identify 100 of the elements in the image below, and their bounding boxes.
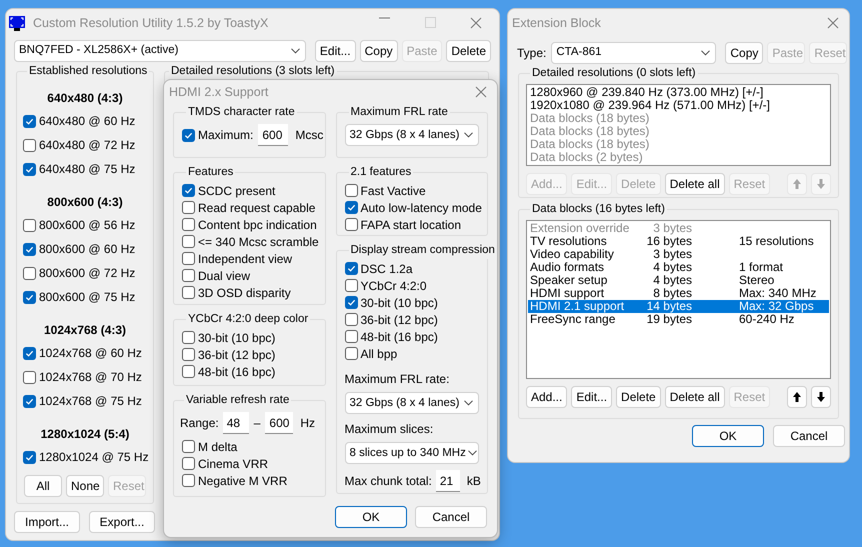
checkbox-label: 1024x768 @ 60 Hz — [39, 345, 142, 362]
list-row[interactable]: Audio formats 4 bytes 1 format — [528, 261, 829, 274]
list-cell-text: 16 bytes — [646, 235, 692, 248]
push-button[interactable]: Copy — [360, 40, 398, 62]
checkbox-label: 800x600 @ 72 Hz — [39, 265, 136, 282]
group-heading: 1024x768 (4:3) — [44, 322, 126, 339]
checkbox-label: 640x480 @ 60 Hz — [39, 113, 136, 130]
push-button[interactable]: Export... — [89, 511, 155, 533]
push-button[interactable]: None — [66, 475, 104, 497]
push-button[interactable]: Cancel — [415, 506, 487, 528]
group-title: Detailed resolutions (0 slots left) — [531, 66, 697, 81]
push-button[interactable]: Add... — [526, 386, 568, 408]
group-title: 2.1 features — [350, 165, 412, 180]
checkbox-label: Independent view — [198, 250, 292, 268]
list-cell-text: HDMI support — [530, 287, 604, 300]
unit-label: Hz — [300, 415, 316, 432]
dropdown[interactable]: 32 Gbps (8 x 4 lanes) — [344, 392, 479, 414]
dropdown[interactable]: 8 slices up to 340 MHz — [344, 442, 479, 464]
group-title: Detailed resolutions (3 slots left) — [170, 64, 336, 79]
group-title: TMDS character rate — [187, 105, 296, 120]
group-title: Data blocks (16 bytes left) — [531, 202, 666, 217]
window-title: Extension Block — [512, 14, 601, 32]
list-row[interactable]: Speaker setup 4 bytes Stereo — [528, 274, 829, 288]
push-button[interactable]: OK — [335, 506, 407, 528]
list-cell-text: FreeSync range — [530, 313, 616, 326]
dropdown[interactable]: CTA-861 — [551, 42, 716, 64]
list-cell-text: 60-240 Hz — [738, 313, 794, 326]
group-title: Features — [187, 165, 234, 180]
list-cell-text: Video capability — [530, 248, 615, 262]
checkbox-label: All bpp — [360, 346, 398, 363]
push-button[interactable]: Copy — [725, 42, 764, 64]
checkbox-label: SCDC present — [198, 182, 276, 200]
checkbox-label: 800x600 @ 56 Hz — [39, 217, 136, 234]
list-cell-text: 19 bytes — [646, 313, 692, 326]
list-cell-text: Speaker setup — [530, 274, 608, 288]
checkbox-label: 36-bit (12 bpc) — [198, 346, 276, 364]
list-cell-text: 14 bytes — [646, 300, 692, 314]
list-cell-text: Audio formats — [530, 261, 604, 274]
checkbox-label: Dual view — [198, 268, 250, 285]
list-row[interactable]: HDMI 2.1 support 14 bytes Max: 32 Gbps — [528, 300, 829, 314]
group-title: Display stream compression — [350, 243, 496, 258]
push-button[interactable]: Cancel — [773, 425, 845, 447]
list-cell-text: 15 resolutions — [738, 235, 815, 248]
list-cell-text: Max: 32 Gbps — [738, 300, 815, 314]
push-button[interactable]: OK — [692, 425, 764, 447]
list-cell-text: 4 bytes — [652, 261, 692, 274]
checkbox-label: <= 340 Mcsc scramble — [198, 234, 319, 251]
group-heading: 640x480 (4:3) — [47, 90, 123, 107]
group-title: Variable refresh rate — [185, 393, 290, 408]
number-field[interactable]: 600 — [265, 412, 294, 434]
dropdown[interactable]: BNQ7FED - XL2586X+ (active) — [14, 40, 306, 62]
group-title: Maximum FRL rate — [350, 105, 449, 120]
field-label: Maximum slices: — [344, 421, 434, 438]
list-cell-text: 8 bytes — [652, 287, 692, 300]
group-heading: 800x600 (4:3) — [47, 194, 123, 211]
push-button[interactable]: Delete — [446, 40, 491, 62]
list-cell-text: 3 bytes — [652, 222, 692, 236]
checkbox-label: 48-bit (16 bpc) — [360, 328, 438, 346]
list-cell-text: Stereo — [738, 274, 776, 288]
number-field[interactable]: 48 — [222, 412, 249, 434]
push-button[interactable]: Edit... — [314, 40, 356, 62]
list-item[interactable]: 1920x1080 @ 239.964 Hz (571.00 MHz) [+/-] — [530, 99, 830, 112]
checkbox-label: 1280x1024 @ 75 Hz — [39, 449, 149, 466]
push-button[interactable]: Delete all — [664, 173, 725, 196]
checkbox-label: M delta — [198, 438, 238, 456]
list-cell-text: TV resolutions — [530, 235, 608, 248]
checkbox-label: 3D OSD disparity — [198, 284, 291, 302]
dropdown[interactable]: 32 Gbps (8 x 4 lanes) — [344, 124, 479, 146]
push-button[interactable]: All — [24, 475, 62, 497]
list-row[interactable]: FreeSync range 19 bytes 60-240 Hz — [528, 313, 829, 326]
checkbox-label: Cinema VRR — [198, 456, 268, 473]
checkbox-label: Content bpc indication — [198, 216, 317, 234]
group-title: YCbCr 4:2:0 deep color — [187, 312, 310, 327]
checkbox-label: 36-bit (12 bpc) — [360, 312, 438, 329]
list-cell-text: 1 format — [738, 261, 784, 274]
checkbox-label: 48-bit (16 bpc) — [198, 364, 276, 381]
range-label: Range: — [180, 415, 219, 432]
checkbox-label: Fast Vactive — [360, 182, 426, 200]
checkbox-label: Negative M VRR — [198, 472, 288, 490]
field-label: Max chunk total: — [344, 473, 432, 490]
list-row[interactable]: Video capability 3 bytes — [528, 248, 829, 262]
push-button[interactable]: Delete — [616, 386, 661, 408]
window-title: Custom Resolution Utility 1.5.2 by ToastyX — [32, 14, 268, 32]
list-row[interactable]: HDMI support 8 bytes Max: 340 MHz — [528, 287, 829, 300]
push-button[interactable]: Delete all — [664, 386, 725, 408]
checkbox-label: FAPA start location — [360, 216, 461, 234]
dialog-title: HDMI 2.x Support — [169, 84, 268, 101]
checkbox-label: Maximum: — [198, 127, 254, 144]
group-heading: 1280x1024 (5:4) — [40, 426, 130, 443]
checkbox-label: YCbCr 4:2:0 — [360, 278, 427, 295]
checkbox-label: 800x600 @ 75 Hz — [39, 289, 136, 306]
number-field[interactable]: 21 — [436, 470, 460, 492]
number-field[interactable]: 600 — [258, 124, 288, 146]
push-button[interactable]: Import... — [14, 511, 80, 533]
type-label: Type: — [517, 45, 546, 62]
list-item[interactable]: 1280x960 @ 239.840 Hz (373.00 MHz) [+/-] — [530, 86, 830, 100]
checkbox-label: 1024x768 @ 70 Hz — [39, 369, 142, 386]
push-button[interactable]: Edit... — [571, 386, 612, 408]
list-row[interactable]: TV resolutions 16 bytes 15 resolutions — [528, 235, 829, 248]
checkbox-label: 30-bit (10 bpc) — [360, 294, 438, 312]
